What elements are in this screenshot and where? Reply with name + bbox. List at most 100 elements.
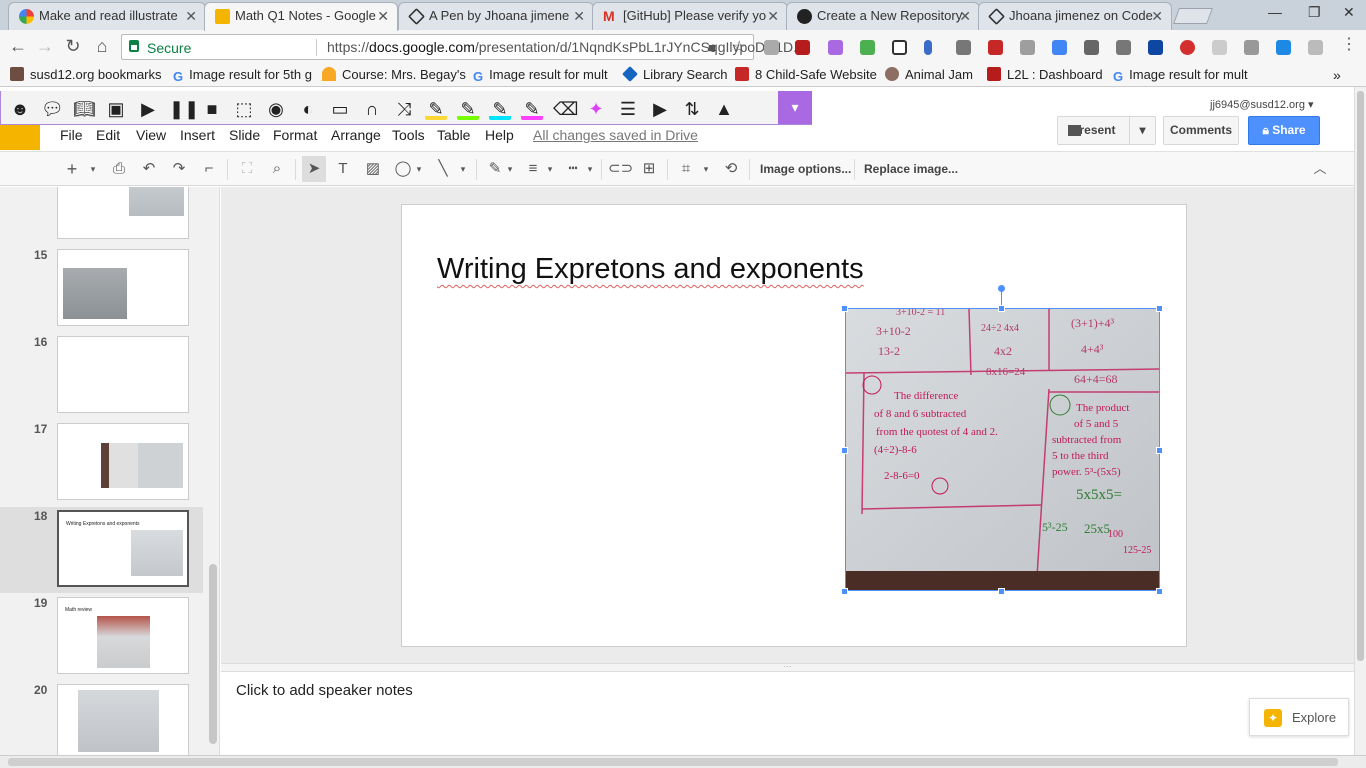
extension-icon[interactable]: [988, 40, 1003, 55]
menu-help[interactable]: Help: [485, 127, 514, 143]
headphones-icon[interactable]: ∩: [361, 98, 383, 120]
slide-thumbnail[interactable]: [57, 336, 189, 413]
speaker-notes-field[interactable]: Click to add speaker notes: [236, 682, 413, 699]
minimize-icon[interactable]: —: [1268, 4, 1282, 20]
recycle-icon[interactable]: [1116, 40, 1131, 55]
audio-maker-icon[interactable]: ◉: [265, 98, 287, 120]
microphone-icon[interactable]: [924, 40, 932, 55]
menu-slide[interactable]: Slide: [229, 127, 260, 143]
home-icon[interactable]: ⌂: [91, 36, 113, 57]
collect-highlights-icon[interactable]: ✦: [585, 98, 607, 120]
filmstrip-scrollbar[interactable]: [209, 564, 217, 744]
close-icon[interactable]: ✕: [185, 3, 197, 29]
menu-icon[interactable]: ⋮: [1341, 34, 1357, 53]
chevron-down-icon[interactable]: ▾: [1129, 117, 1155, 144]
replace-image-button[interactable]: Replace image...: [864, 162, 958, 176]
undo-icon[interactable]: ↶: [138, 158, 160, 180]
extension-icon[interactable]: [892, 40, 907, 55]
bookmark[interactable]: Animal Jam: [885, 67, 973, 82]
video-icon[interactable]: ▶: [649, 98, 671, 120]
address-bar[interactable]: Secure https://docs.google.com/presentat…: [121, 34, 805, 60]
menu-tools[interactable]: Tools: [392, 127, 425, 143]
highlighter-pink-icon[interactable]: ✎: [521, 98, 543, 120]
picture-icon[interactable]: ▣: [105, 98, 127, 120]
chevron-down-icon[interactable]: ▾: [778, 91, 812, 124]
select-cursor-icon[interactable]: ➤: [302, 156, 326, 182]
slide-thumbnail[interactable]: [57, 187, 189, 239]
reset-image-icon[interactable]: ⟲: [720, 158, 742, 180]
menu-file[interactable]: File: [60, 127, 83, 143]
image-icon[interactable]: ▨: [362, 158, 384, 180]
list-icon[interactable]: [1244, 40, 1259, 55]
slide-title[interactable]: Writing Expretons and exponents: [437, 253, 864, 286]
bookmark[interactable]: G Image result for mult: [473, 67, 608, 84]
share-button[interactable]: 🔒︎ Share: [1248, 116, 1320, 145]
close-icon[interactable]: ✕: [959, 3, 971, 29]
extension-icon[interactable]: [860, 40, 875, 55]
slide-thumbnail[interactable]: [57, 249, 189, 326]
resize-handle[interactable]: [1156, 447, 1163, 454]
present-button[interactable]: Present ▾: [1057, 116, 1156, 145]
shape-icon[interactable]: ◯: [392, 158, 414, 180]
menu-view[interactable]: View: [136, 127, 166, 143]
browser-tab-active[interactable]: Math Q1 Notes - Google ✕: [204, 2, 398, 31]
close-icon[interactable]: ✕: [573, 3, 585, 29]
close-icon[interactable]: ✕: [767, 3, 779, 29]
bookmark[interactable]: Library Search: [622, 66, 728, 82]
sort-icon[interactable]: ⇅: [681, 98, 703, 120]
horizontal-scrollbar[interactable]: [0, 755, 1366, 768]
image-options-button[interactable]: Image options...: [760, 162, 851, 176]
highlighter-yellow-icon[interactable]: ✎: [425, 98, 447, 120]
notes-resize-handle[interactable]: ···: [221, 663, 1354, 672]
highlighter-blue-icon[interactable]: ✎: [489, 98, 511, 120]
screenshot-reader-icon[interactable]: ⬚: [233, 98, 255, 120]
adblock-icon[interactable]: [1180, 40, 1195, 55]
close-window-icon[interactable]: ✕: [1343, 4, 1355, 21]
new-tab-button[interactable]: [1173, 8, 1213, 24]
link-icon[interactable]: ⊂⊃: [608, 158, 633, 180]
close-icon[interactable]: ✕: [377, 3, 389, 29]
menu-arrange[interactable]: Arrange: [331, 127, 381, 143]
extension-icon[interactable]: [1084, 40, 1099, 55]
resize-handle[interactable]: [1156, 588, 1163, 595]
account-switcher[interactable]: jj6945@susd12.org ▾: [1210, 98, 1314, 111]
print-icon[interactable]: ⎙: [108, 158, 130, 180]
resize-handle[interactable]: [1156, 305, 1163, 312]
resize-handle[interactable]: [998, 588, 1005, 595]
border-color-icon[interactable]: ✎: [484, 158, 506, 180]
resize-handle[interactable]: [841, 588, 848, 595]
browser-tab[interactable]: Jhoana jimenez on Code ✕: [978, 2, 1172, 30]
menu-insert[interactable]: Insert: [180, 127, 215, 143]
chevron-down-icon[interactable]: ▾: [504, 158, 516, 180]
web-search-icon[interactable]: ◐: [297, 98, 319, 120]
comments-button[interactable]: Comments: [1163, 116, 1239, 145]
slide-thumbnail[interactable]: Math review: [57, 597, 189, 674]
resize-handle[interactable]: [998, 305, 1005, 312]
paint-format-icon[interactable]: ⌐: [198, 158, 220, 180]
browser-tab[interactable]: Make and read illustrate ✕: [8, 2, 206, 30]
more-bookmarks-icon[interactable]: »: [1333, 67, 1341, 83]
new-slide-icon[interactable]: +: [61, 158, 83, 180]
highlighter-green-icon[interactable]: ✎: [457, 98, 479, 120]
camera-icon[interactable]: ■: [708, 40, 716, 55]
slide-thumbnail-selected[interactable]: Writing Expretons and exponents: [57, 510, 189, 587]
back-icon[interactable]: ←: [7, 36, 29, 57]
browser-tab[interactable]: Create a New Repository ✕: [786, 2, 980, 30]
line-icon[interactable]: ╲: [432, 158, 454, 180]
vocabulary-list-icon[interactable]: ☰: [617, 98, 639, 120]
add-comment-icon[interactable]: ⊞: [638, 158, 660, 180]
play-icon[interactable]: ▶: [137, 98, 159, 120]
menu-table[interactable]: Table: [437, 127, 470, 143]
bookmark[interactable]: G Image result for mult: [1113, 67, 1248, 84]
save-status-link[interactable]: All changes saved in Drive: [533, 127, 698, 143]
rotate-handle[interactable]: [998, 285, 1005, 292]
chevron-down-icon[interactable]: ▾: [544, 158, 556, 180]
crop-icon[interactable]: ⌗: [675, 158, 697, 180]
border-weight-icon[interactable]: ≡: [522, 158, 544, 180]
shuffle-icon[interactable]: ⤨: [393, 98, 415, 120]
vertical-scrollbar[interactable]: [1354, 87, 1366, 755]
stop-icon[interactable]: ■: [201, 98, 223, 120]
zoom-fit-icon[interactable]: ⛶: [236, 158, 258, 180]
camera-extension-icon[interactable]: [1212, 40, 1227, 55]
chevron-down-icon[interactable]: ▾: [584, 158, 596, 180]
